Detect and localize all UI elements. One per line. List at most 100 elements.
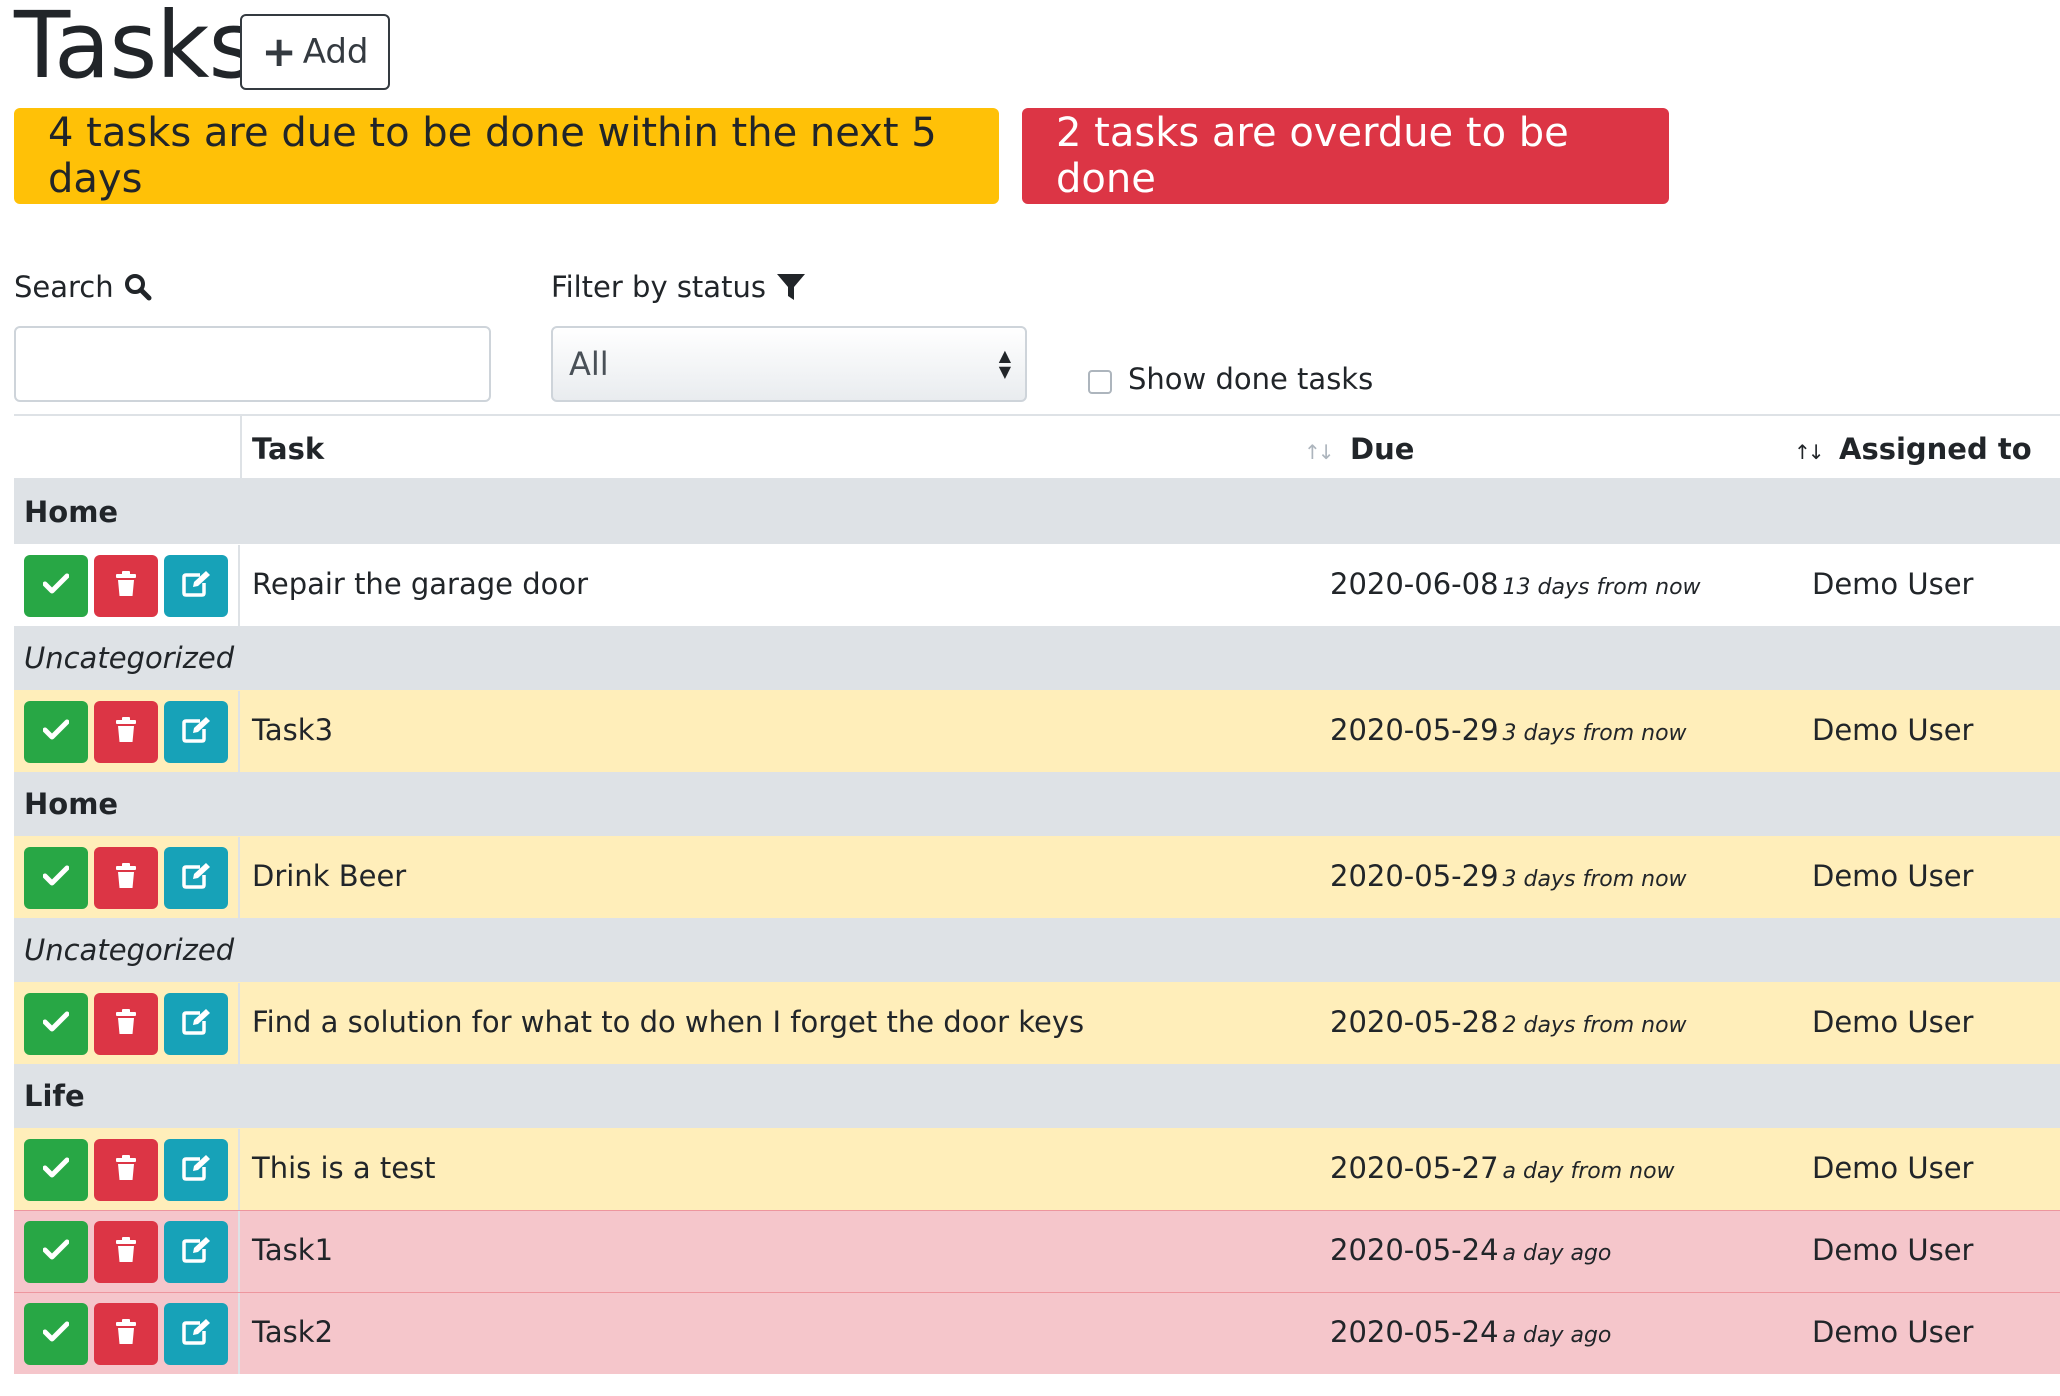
assigned-user: Demo User [1812,1315,1974,1349]
table-row: Task3 2020-05-29 3 days from now Demo Use… [14,690,2060,772]
status-filter-select[interactable]: All ▲ ▼ [551,326,1027,402]
mark-done-button[interactable] [24,1221,88,1283]
trash-icon [115,863,137,893]
column-header-assigned[interactable]: Assigned to [1839,432,2032,466]
group-label: Home [24,495,119,529]
group-label: Uncategorized [24,933,235,967]
edit-icon [181,1236,211,1268]
due-date: 2020-05-24 [1330,1233,1499,1267]
actions-cell [14,691,240,772]
due-date: 2020-06-08 [1330,567,1499,601]
due-relative: a day from now [1502,1159,1675,1184]
delete-button[interactable] [94,1303,158,1365]
check-icon [42,573,70,599]
assigned-user: Demo User [1812,713,1974,747]
due-date: 2020-05-29 [1330,713,1499,747]
edit-button[interactable] [164,555,228,617]
group-label: Home [24,787,119,821]
due-cell: 2020-05-27 a day from now [1330,1151,1675,1185]
mark-done-button[interactable] [24,555,88,617]
search-icon [124,274,152,301]
delete-button[interactable] [94,847,158,909]
edit-icon [181,1154,211,1186]
overdue-text: 2 tasks are overdue to be done [1056,110,1569,202]
trash-icon [115,717,137,747]
status-selected-value: All [569,345,609,383]
edit-button[interactable] [164,1303,228,1365]
actions-cell [14,1129,240,1210]
assigned-user: Demo User [1812,859,1974,893]
due-cell: 2020-05-24 a day ago [1330,1233,1611,1267]
actions-cell [14,983,240,1064]
group-header-row: Home [14,772,2060,836]
edit-button[interactable] [164,993,228,1055]
sort-icon[interactable]: ↑↓ [1794,440,1824,464]
group-header-row: Uncategorized [14,626,2060,690]
table-row: Drink Beer 2020-05-29 3 days from now Dem… [14,836,2060,918]
task-name: This is a test [252,1151,436,1185]
column-header-due[interactable]: Due [1350,432,1414,466]
mark-done-button[interactable] [24,1139,88,1201]
edit-button[interactable] [164,1139,228,1201]
task-name: Repair the garage door [252,567,589,601]
column-header-task[interactable]: Task [252,432,324,466]
trash-icon [115,1237,137,1267]
select-arrows-icon: ▲ ▼ [998,346,1011,381]
trash-icon [115,1155,137,1185]
due-relative: a day ago [1502,1241,1612,1266]
due-date: 2020-05-27 [1330,1151,1499,1185]
check-icon [42,1239,70,1265]
mark-done-button[interactable] [24,993,88,1055]
edit-icon [181,1318,211,1350]
edit-button[interactable] [164,701,228,763]
table-row: Task1 2020-05-24 a day ago Demo User [14,1210,2060,1292]
trash-icon [115,571,137,601]
actions-cell [14,1293,240,1374]
check-icon [42,719,70,745]
edit-icon [181,570,211,602]
search-input[interactable] [14,326,491,402]
show-done-checkbox[interactable] [1088,370,1112,394]
mark-done-button[interactable] [24,701,88,763]
group-label: Uncategorized [24,641,235,675]
page-title: Tasks [14,0,256,99]
mark-done-button[interactable] [24,1303,88,1365]
delete-button[interactable] [94,1139,158,1201]
edit-button[interactable] [164,1221,228,1283]
delete-button[interactable] [94,1221,158,1283]
table-row: Find a solution for what to do when I fo… [14,982,2060,1064]
edit-button[interactable] [164,847,228,909]
mark-done-button[interactable] [24,847,88,909]
task-name: Find a solution for what to do when I fo… [252,1005,1085,1039]
due-relative: 2 days from now [1502,1013,1687,1038]
check-icon [42,1321,70,1347]
group-header-row: Life [14,1064,2060,1128]
filter-label-group: Filter by status [551,270,806,304]
due-date: 2020-05-28 [1330,1005,1499,1039]
due-soon-text: 4 tasks are due to be done within the ne… [48,110,937,202]
due-cell: 2020-06-08 13 days from now [1330,567,1701,601]
due-date: 2020-05-24 [1330,1315,1499,1349]
group-header-row: Home [14,480,2060,544]
table-row: Task2 2020-05-24 a day ago Demo User [14,1292,2060,1374]
delete-button[interactable] [94,701,158,763]
add-task-button[interactable]: + Add [240,14,390,90]
show-done-label[interactable]: Show done tasks [1128,362,1373,396]
delete-button[interactable] [94,993,158,1055]
sort-icon[interactable]: ↑↓ [1304,440,1334,464]
delete-button[interactable] [94,555,158,617]
task-name: Task3 [252,713,334,747]
check-icon [42,1011,70,1037]
group-label: Life [24,1079,85,1113]
assigned-user: Demo User [1812,567,1974,601]
trash-icon [115,1009,137,1039]
due-cell: 2020-05-28 2 days from now [1330,1005,1687,1039]
table-header: Task ↑↓ Due ↑↓ Assigned to [14,416,2060,480]
due-relative: 13 days from now [1502,575,1701,600]
search-label: Search [14,270,114,304]
due-relative: a day ago [1502,1323,1612,1348]
assigned-user: Demo User [1812,1005,1974,1039]
overdue-alert: 2 tasks are overdue to be done [1022,108,1669,204]
plus-icon: + [261,27,297,76]
search-label-group: Search [14,270,152,304]
